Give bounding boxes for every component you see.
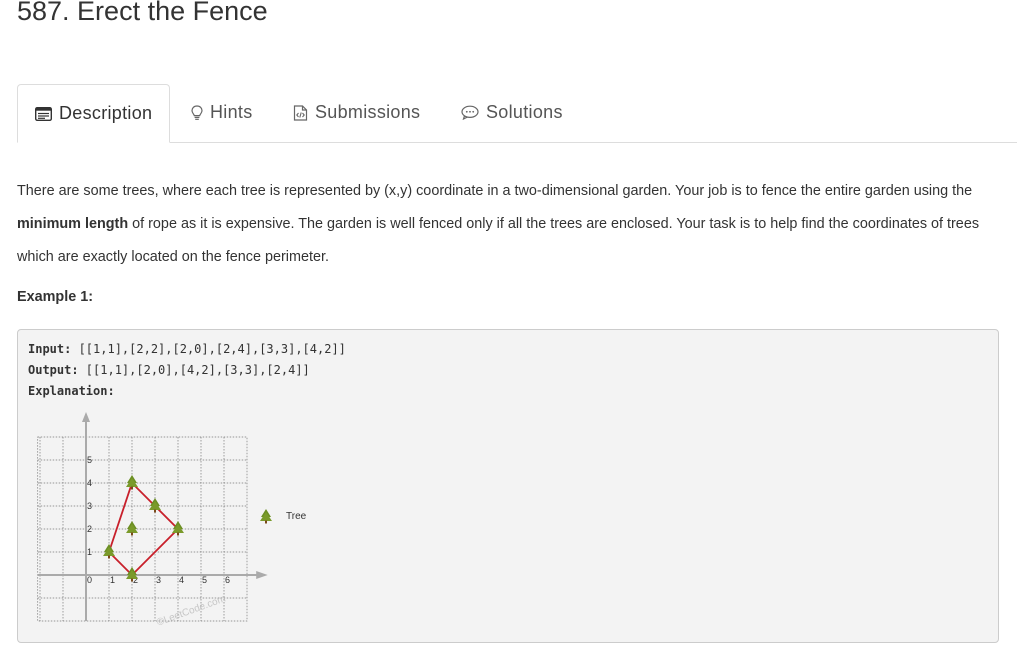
- tree-marker: [126, 521, 138, 536]
- chat-bubble-icon: [461, 105, 479, 120]
- legend: Tree: [258, 508, 306, 524]
- tab-solutions-label: Solutions: [486, 102, 563, 122]
- tree-icon: [260, 509, 272, 524]
- tab-hints[interactable]: Hints: [191, 84, 253, 141]
- tab-description-label: Description: [59, 103, 153, 123]
- example-title: Example 1:: [17, 289, 93, 305]
- code-file-icon: [293, 104, 308, 121]
- tab-solutions[interactable]: Solutions: [461, 84, 563, 141]
- x-tick-labels: 0123456: [87, 575, 230, 585]
- y-tick-label: 2: [87, 524, 92, 534]
- example-block: Input: [[1,1],[2,2],[2,0],[2,4],[3,3],[4…: [17, 329, 999, 643]
- description-bold: minimum length: [17, 216, 129, 232]
- page-title: 587. Erect the Fence: [17, 0, 268, 26]
- tab-description[interactable]: Description: [17, 84, 171, 143]
- input-label: Input:: [28, 342, 72, 356]
- x-tick-label: 3: [156, 575, 161, 585]
- watermark: ©LeetCode.com: [155, 593, 227, 628]
- description-text-2: of rope as it is expensive. The garden i…: [17, 216, 980, 265]
- explanation-line: Explanation:: [28, 384, 115, 398]
- problem-description: There are some trees, where each tree is…: [17, 175, 1007, 274]
- y-axis-arrow: [82, 412, 90, 422]
- diagram-grid: [37, 436, 248, 622]
- description-text-1: There are some trees, where each tree is…: [17, 183, 973, 199]
- legend-label: Tree: [286, 510, 307, 522]
- tab-submissions-label: Submissions: [315, 102, 421, 122]
- x-tick-label: 0: [87, 575, 92, 585]
- y-tick-labels: 1 2 3 4 5: [87, 455, 92, 557]
- x-tick-label: 6: [225, 575, 230, 585]
- explanation-label: Explanation:: [28, 384, 115, 398]
- y-tick-label: 5: [87, 455, 92, 465]
- input-line: Input: [[1,1],[2,2],[2,0],[2,4],[3,3],[4…: [28, 342, 346, 356]
- description-icon: [35, 106, 52, 121]
- output-label: Output:: [28, 363, 79, 377]
- output-value: [[1,1],[2,0],[4,2],[3,3],[2,4]]: [78, 363, 310, 377]
- tab-bar: Description Hints Submissions Solutions: [17, 84, 1017, 143]
- y-tick-label: 3: [87, 501, 92, 511]
- output-line: Output: [[1,1],[2,0],[4,2],[3,3],[2,4]]: [28, 363, 310, 377]
- x-axis-arrow: [256, 571, 268, 579]
- y-tick-label: 1: [87, 547, 92, 557]
- input-value: [[1,1],[2,2],[2,0],[2,4],[3,3],[4,2]]: [71, 342, 346, 356]
- diagram-axes: [37, 412, 268, 621]
- tab-submissions[interactable]: Submissions: [293, 84, 420, 141]
- y-tick-label: 4: [87, 478, 92, 488]
- tree-markers: [103, 475, 184, 582]
- lightbulb-icon: [191, 104, 203, 121]
- x-tick-label: 5: [202, 575, 207, 585]
- tab-hints-label: Hints: [210, 102, 253, 122]
- x-tick-label: 1: [110, 575, 115, 585]
- x-tick-label: 4: [179, 575, 184, 585]
